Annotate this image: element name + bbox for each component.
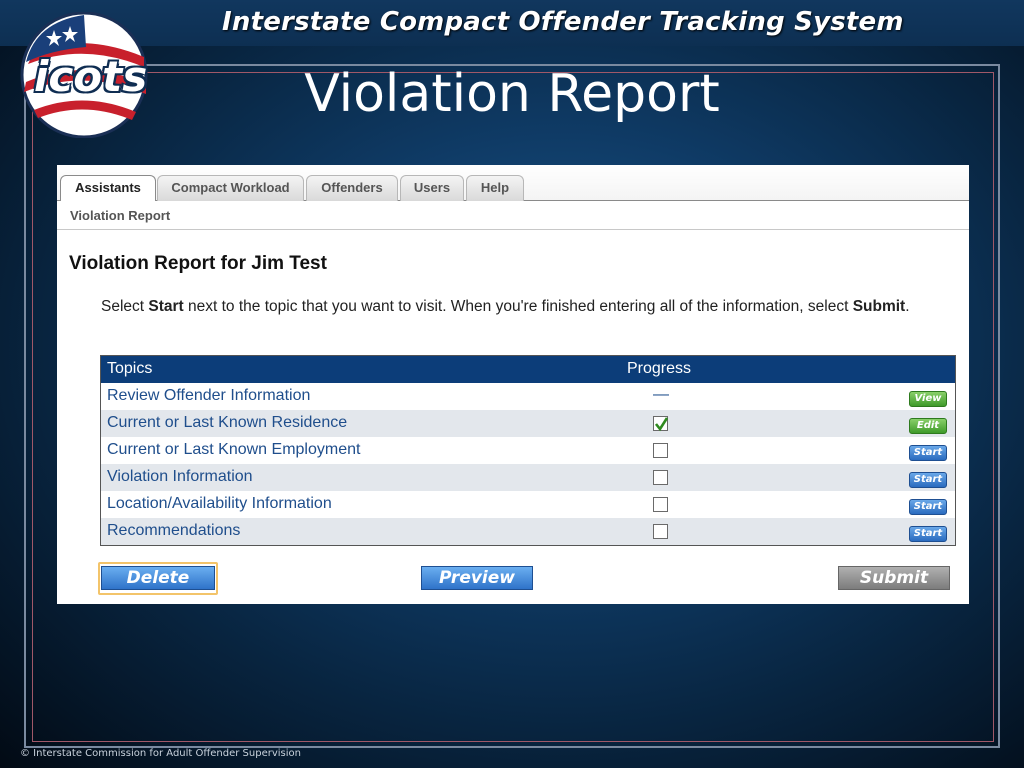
table-row: Violation Information Start	[101, 464, 955, 491]
checkmark-icon	[654, 417, 669, 432]
instructions-start-word: Start	[148, 298, 184, 315]
table-row: Recommendations Start	[101, 518, 955, 545]
topics-table-header: Topics Progress	[101, 356, 955, 383]
progress-checkbox-checked	[653, 416, 669, 432]
instructions-submit-word: Submit	[852, 298, 906, 315]
topic-review-offender-information: Review Offender Information	[107, 387, 311, 404]
progress-checkbox	[653, 497, 668, 512]
topics-table: Topics Progress Review Offender Informat…	[100, 355, 956, 546]
breadcrumb: Violation Report	[57, 201, 969, 230]
app-screenshot-panel: Assistants Compact Workload Offenders Us…	[57, 165, 969, 604]
system-title: Interstate Compact Offender Tracking Sys…	[222, 7, 904, 37]
table-row: Review Offender Information — View	[101, 383, 955, 410]
tab-bar: Assistants Compact Workload Offenders Us…	[57, 165, 969, 202]
tab-users[interactable]: Users	[400, 175, 464, 201]
table-row: Current or Last Known Residence Edit	[101, 410, 955, 437]
view-button[interactable]: View	[909, 391, 947, 407]
start-button[interactable]: Start	[909, 445, 947, 461]
topic-current-employment: Current or Last Known Employment	[107, 441, 361, 458]
slide-title: Violation Report	[304, 64, 720, 124]
instructions: Select Start next to the topic that you …	[101, 296, 921, 318]
submit-button[interactable]: Submit	[838, 566, 950, 590]
edit-button[interactable]: Edit	[909, 418, 947, 434]
report-title: Violation Report for Jim Test	[69, 253, 327, 274]
table-row: Current or Last Known Employment Start	[101, 437, 955, 464]
topic-location-availability: Location/Availability Information	[107, 495, 332, 512]
top-banner: Interstate Compact Offender Tracking Sys…	[0, 0, 1024, 46]
progress-checkbox	[653, 524, 668, 539]
breadcrumb-current: Violation Report	[70, 208, 171, 223]
instructions-text-3: .	[905, 298, 910, 315]
tab-compact-workload[interactable]: Compact Workload	[157, 175, 304, 201]
column-header-progress: Progress	[627, 360, 692, 377]
progress-checkbox	[653, 443, 668, 458]
delete-button[interactable]: Delete	[101, 566, 215, 590]
topic-recommendations: Recommendations	[107, 522, 241, 539]
progress-not-applicable: —	[653, 386, 669, 403]
tab-assistants[interactable]: Assistants	[60, 175, 156, 202]
copyright-footer: © Interstate Commission for Adult Offend…	[20, 748, 301, 759]
table-row: Location/Availability Information Start	[101, 491, 955, 518]
instructions-text-1: Select	[101, 298, 149, 315]
start-button[interactable]: Start	[909, 499, 947, 515]
start-button[interactable]: Start	[909, 472, 947, 488]
start-button[interactable]: Start	[909, 526, 947, 542]
preview-button[interactable]: Preview	[421, 566, 533, 590]
tab-offenders[interactable]: Offenders	[306, 175, 398, 201]
topic-current-residence: Current or Last Known Residence	[107, 414, 348, 431]
tab-help[interactable]: Help	[466, 175, 524, 201]
topic-violation-information: Violation Information	[107, 468, 253, 485]
column-header-topics: Topics	[107, 360, 153, 377]
progress-checkbox	[653, 470, 668, 485]
instructions-text-2: next to the topic that you want to visit…	[183, 298, 853, 315]
